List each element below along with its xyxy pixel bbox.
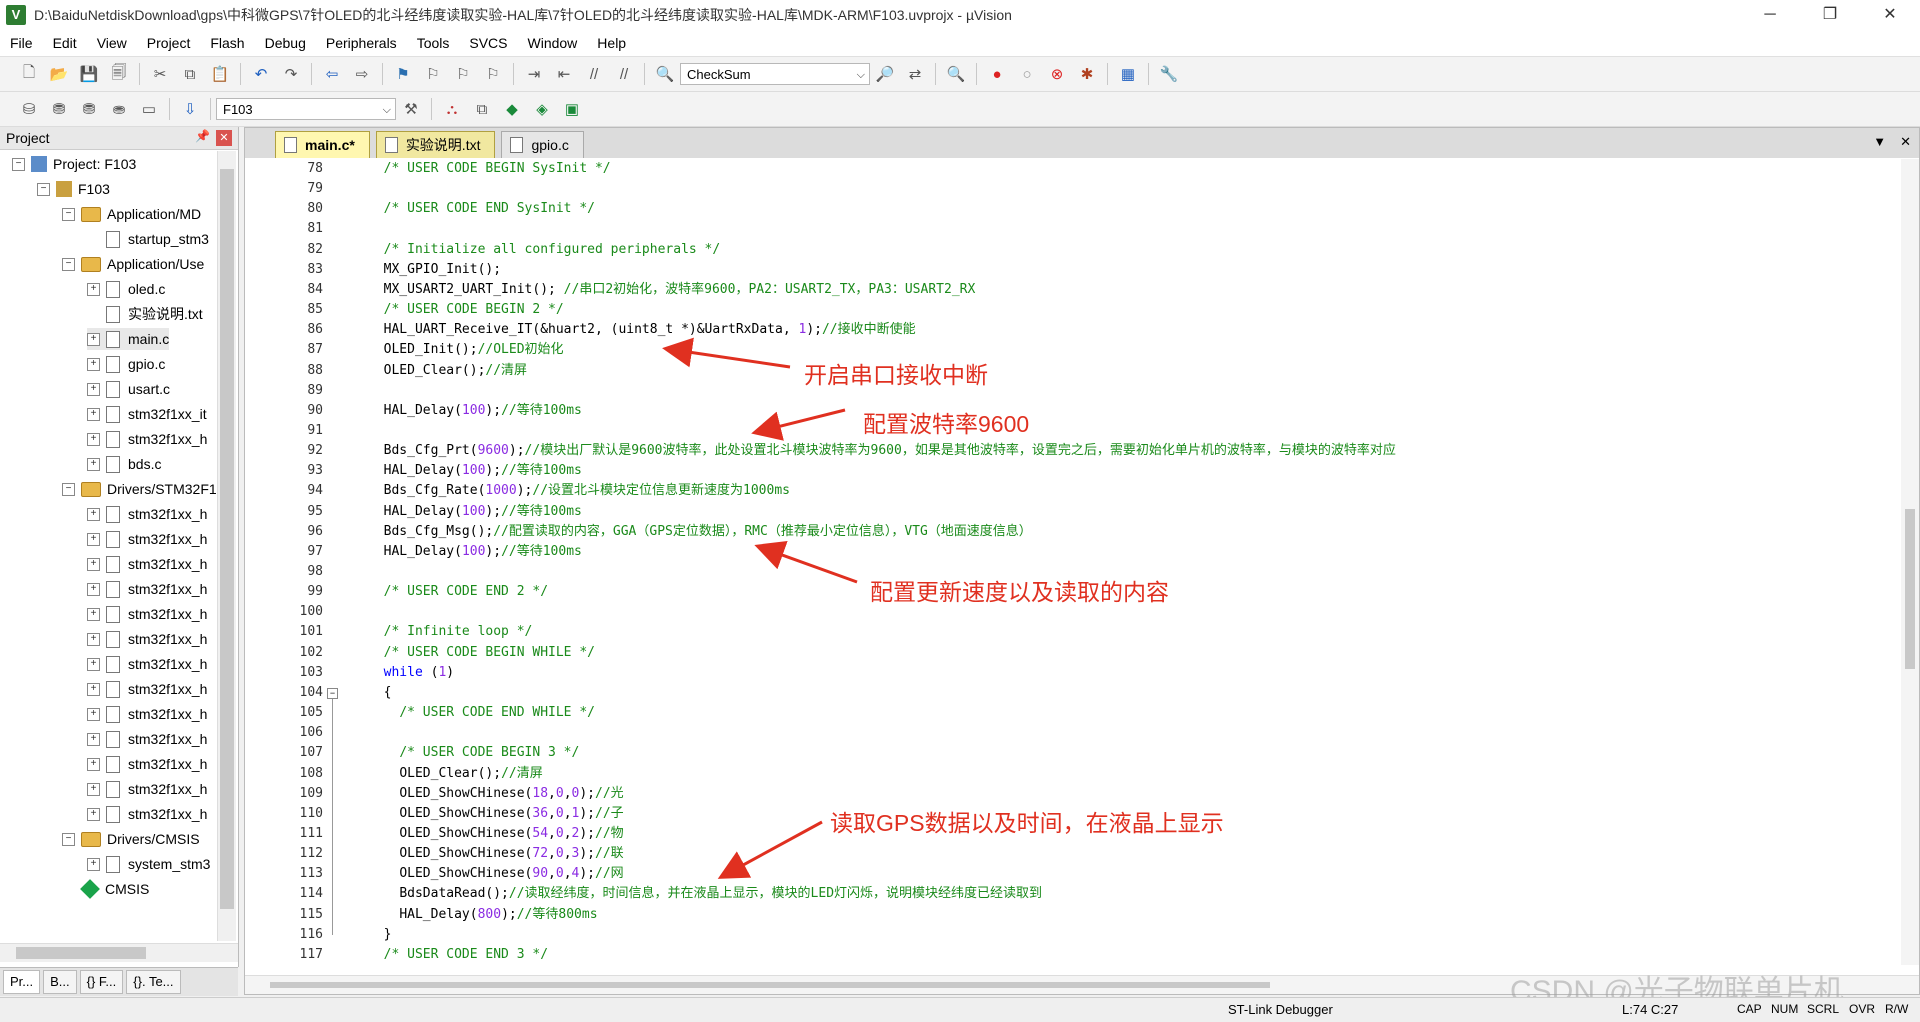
rw-indicator: R/W xyxy=(1885,1002,1909,1016)
scrl-indicator: SCRL xyxy=(1807,1002,1840,1016)
annotation-baud-rate: 配置波特率9600 xyxy=(863,411,1030,437)
annotation-arrows xyxy=(662,337,858,879)
cap-indicator: CAP xyxy=(1737,1002,1762,1016)
cursor-position: L:74 C:27 xyxy=(1622,1002,1679,1017)
arrow-uart-interrupt xyxy=(662,337,791,369)
arrow-read-gps xyxy=(717,820,823,879)
num-indicator: NUM xyxy=(1771,1002,1799,1016)
status-bar: ST-Link Debugger L:74 C:27 CAP NUM SCRL … xyxy=(0,997,1920,1022)
arrow-update-rate xyxy=(754,541,858,584)
annotation-uart-interrupt: 开启串口接收中断 xyxy=(804,362,988,388)
annotation-read-gps: 读取GPS数据以及时间，在液晶上显示 xyxy=(830,810,1224,836)
annotation-update-rate: 配置更新速度以及读取的内容 xyxy=(870,579,1169,605)
arrow-baud-rate xyxy=(751,408,846,441)
ovr-indicator: OVR xyxy=(1849,1002,1876,1016)
debugger-status: ST-Link Debugger xyxy=(1228,1002,1333,1017)
